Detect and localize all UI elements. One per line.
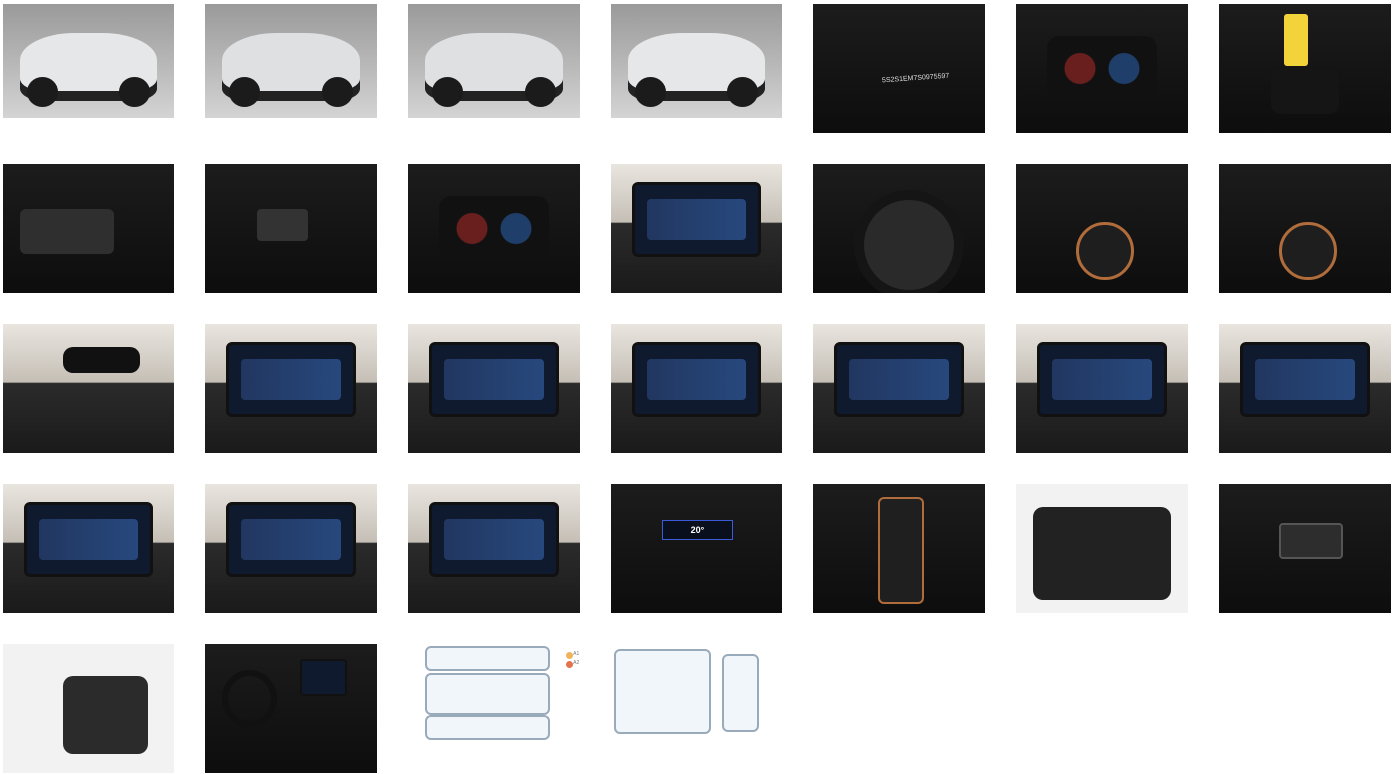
infotainment-screen: [225, 502, 357, 577]
infotainment-screen: [631, 342, 762, 417]
infotainment-screen: [833, 342, 965, 417]
trunk-floorplan-icon: [722, 653, 759, 733]
instrument-cluster-icon: [1046, 36, 1158, 101]
infotainment-screen: [1036, 342, 1168, 417]
steering-wheel-icon: [222, 669, 278, 727]
light-switch-icon: [256, 209, 309, 242]
wheel-icon: [26, 76, 58, 107]
wheel-icon: [634, 76, 666, 107]
infotainment-screen: [428, 502, 560, 577]
car-top-view-icon: [425, 672, 550, 716]
dashboard-screen-icon: [299, 659, 347, 696]
thumbnail-infotainment-menu-2[interactable]: [408, 324, 580, 453]
thumbnail-infotainment-rear-camera[interactable]: [611, 164, 782, 293]
start-engine-button-icon: [1279, 222, 1337, 280]
thumbnail-window-switches[interactable]: [3, 164, 174, 293]
instrument-cluster-icon: [438, 196, 550, 261]
thumbnail-infotainment-menu-5[interactable]: [1016, 324, 1188, 453]
wheel-icon: [727, 76, 759, 107]
vin-text: 5S2S1EM7S0975597: [881, 72, 950, 85]
thumbnail-mirror-and-sunroof[interactable]: [3, 324, 174, 453]
thumbnail-infotainment-ambient-light[interactable]: [205, 484, 377, 613]
infotainment-screen: [1239, 342, 1371, 417]
legend-a1-label: A1: [573, 650, 580, 657]
wheel-icon: [229, 76, 261, 107]
infotainment-screen: [225, 342, 357, 417]
infotainment-screen: [23, 502, 154, 577]
wheel-icon: [432, 76, 464, 107]
thumbnail-infotainment-menu-1[interactable]: [205, 324, 377, 453]
window-switch-panel-icon: [20, 209, 115, 255]
thumbnail-car-front-right[interactable]: [611, 4, 782, 118]
thumbnail-infotainment-menu-7[interactable]: [3, 484, 174, 613]
car-side-view-icon: [425, 645, 550, 672]
thumbnail-light-switch-panel[interactable]: [205, 164, 377, 293]
thumbnail-keys[interactable]: [1219, 4, 1391, 133]
thumbnail-steering-wheel-controls-right[interactable]: [1219, 164, 1391, 293]
thumbnail-windshield-vin[interactable]: 5S2S1EM7S0975597: [813, 4, 985, 133]
wheel-icon: [524, 76, 556, 107]
thumbnail-interior-dashboard[interactable]: [205, 644, 377, 773]
thumbnail-infotainment-climate[interactable]: [408, 484, 580, 613]
thumbnail-gear-selector[interactable]: [813, 484, 985, 613]
infotainment-screen: [631, 182, 762, 257]
thumbnail-damage-diagram-interior[interactable]: [611, 644, 761, 740]
thumbnail-infotainment-menu-4[interactable]: [813, 324, 985, 453]
legend-a2-label: A2: [573, 660, 580, 667]
key-tag-icon: [1284, 14, 1309, 66]
thumbnail-steering-wheel-overview[interactable]: [813, 164, 985, 293]
start-button-icon: [1076, 222, 1134, 280]
thumbnail-instrument-cluster-2[interactable]: [408, 164, 580, 293]
thumbnail-car-front-left[interactable]: [3, 4, 174, 118]
wheel-icon: [119, 76, 151, 107]
thumbnail-open-trunk[interactable]: [1016, 484, 1188, 613]
thumbnail-infotainment-menu-3[interactable]: [611, 324, 782, 453]
rear-mirror-icon: [62, 347, 140, 374]
interior-floorplan-icon: [614, 648, 711, 735]
key-fob-icon: [1270, 68, 1340, 114]
trunk-icon: [1033, 507, 1171, 601]
infotainment-screen: [428, 342, 560, 417]
thumbnail-tailgate-button[interactable]: [1219, 484, 1391, 613]
gear-selector-icon: [878, 496, 924, 605]
thumbnail-infotainment-menu-6[interactable]: [1219, 324, 1391, 453]
thumbnail-car-rear-left[interactable]: [205, 4, 377, 118]
thumbnail-steering-wheel-controls-left[interactable]: [1016, 164, 1188, 293]
thumbnail-instrument-cluster-1[interactable]: [1016, 4, 1188, 133]
tailgate-button-icon: [1279, 522, 1344, 559]
thumbnail-rear-climate-panel[interactable]: 20°: [611, 484, 782, 613]
steering-wheel-icon: [854, 189, 964, 293]
thumbnail-rear-seats[interactable]: [3, 644, 174, 773]
wheel-icon: [321, 76, 353, 107]
thumbnail-damage-diagram-exterior[interactable]: A1 A2: [408, 644, 580, 740]
thumbnail-car-rear[interactable]: [408, 4, 580, 118]
rear-seat-icon: [62, 676, 149, 754]
climate-temp-text: 20°: [690, 525, 705, 536]
photo-gallery-grid: 5S2S1EM7S0975597 20° A1 A2: [0, 0, 1399, 774]
car-side-view-icon: [425, 715, 550, 740]
rear-climate-display: 20°: [662, 520, 733, 541]
